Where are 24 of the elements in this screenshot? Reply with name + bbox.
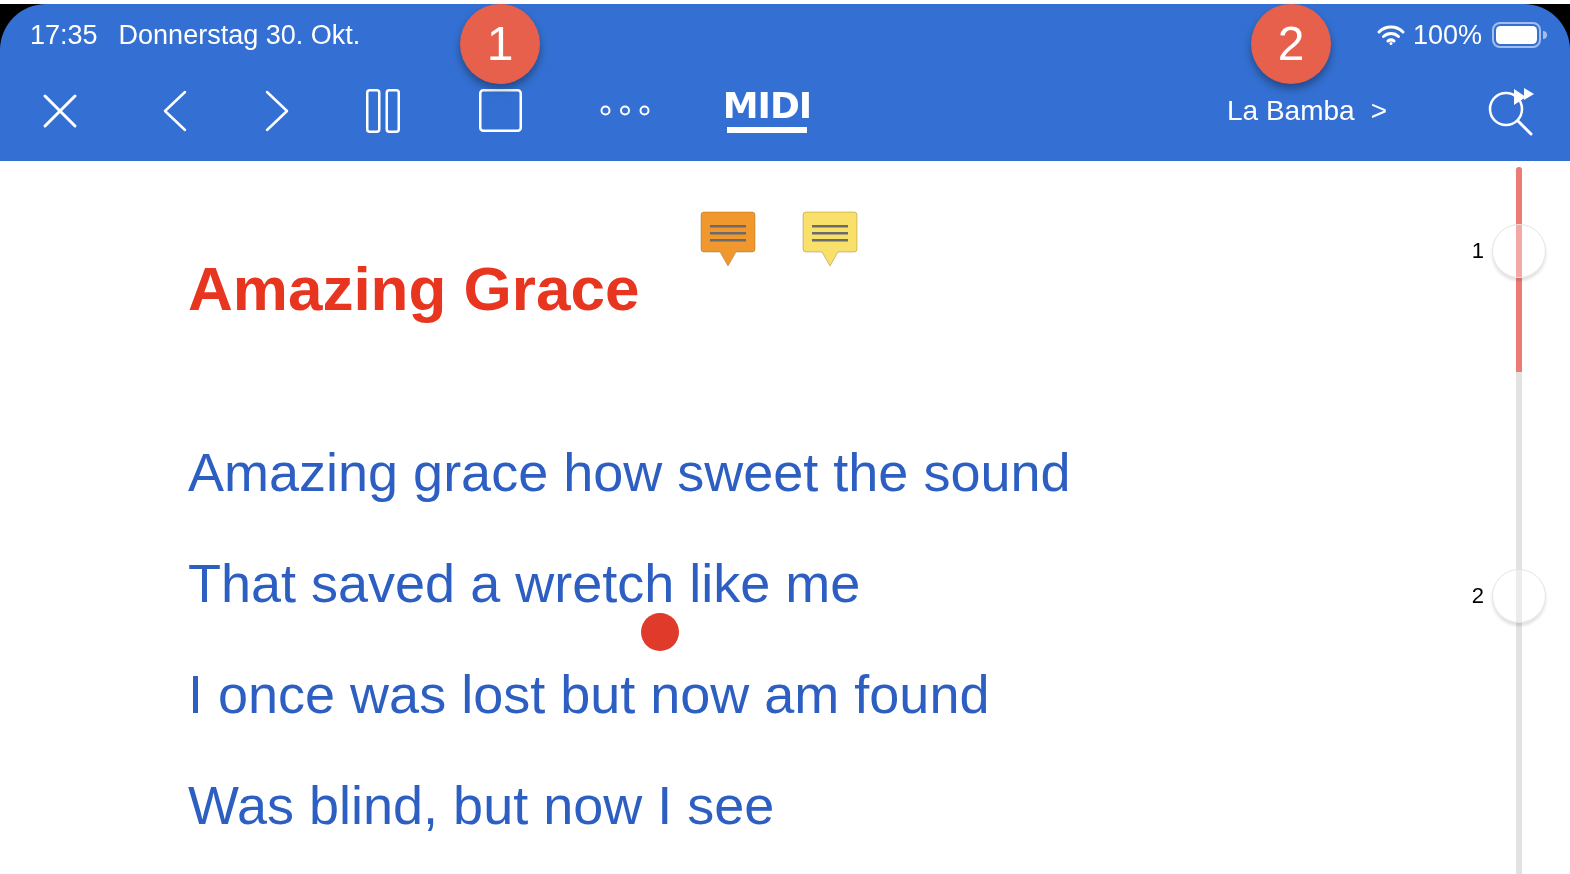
lyric-line: I once was lost but now am found [188,667,990,721]
section-marker-handle[interactable] [1492,224,1546,278]
progress-track[interactable] [1516,167,1522,874]
chevron-right-icon [266,90,288,131]
stop-icon [478,89,522,132]
midi-button[interactable]: MIDI [727,88,807,133]
lyric-line: Was blind, but now I see [188,778,775,832]
section-number: 1 [1470,240,1484,262]
position-dot-icon [641,613,679,651]
search-play-icon [1487,86,1535,135]
next-song-button[interactable]: La Bamba > [1227,94,1387,127]
status-time: 17:35 [30,21,98,49]
section-number: 2 [1470,585,1484,607]
chevron-left-icon [164,90,186,131]
close-icon [44,94,76,127]
battery-icon [1492,22,1546,48]
lyric-line: That saved a wretch like me [188,556,861,610]
pause-icon [366,88,400,133]
ellipsis-icon [600,105,650,116]
battery-percent: 100% [1412,21,1482,49]
status-date: Donnerstag 30. Okt. [118,21,361,49]
song-title: Amazing Grace [188,253,640,325]
wifi-icon [1376,25,1405,45]
section-marker-handle[interactable] [1492,569,1546,623]
